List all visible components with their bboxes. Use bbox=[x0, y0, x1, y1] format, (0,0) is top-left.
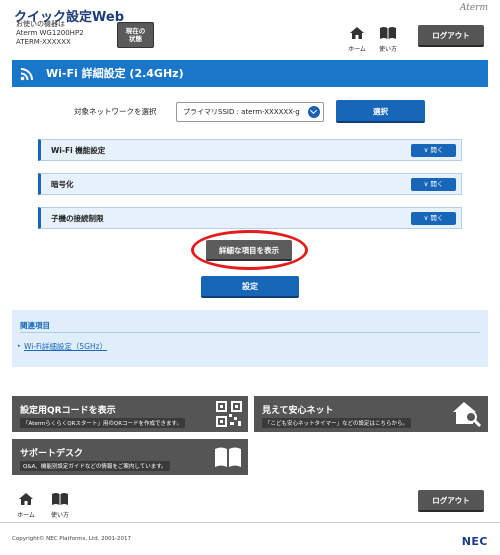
house-magnifier-icon bbox=[453, 402, 482, 428]
accordion-encryption[interactable]: 暗号化 ∨ 開く bbox=[38, 173, 462, 195]
manual-label: 使い方 bbox=[378, 46, 397, 53]
footer-home-nav[interactable]: ホーム bbox=[13, 491, 39, 519]
logout-button[interactable]: ログアウト bbox=[418, 25, 484, 47]
network-select-label: 対象ネットワークを選択 bbox=[74, 107, 157, 116]
support-desk-tile[interactable]: サポートデスク Q&A、機能別設定ガイドなどの情報をご案内しています。 bbox=[12, 439, 248, 475]
book-icon bbox=[52, 493, 68, 505]
brand-logo: Aterm bbox=[459, 3, 488, 13]
safe-net-tile[interactable]: 見えて安心ネット 「こども安心ネットタイマー」などの設定はこちらから。 bbox=[254, 396, 488, 432]
current-status-button[interactable]: 現在の 状態 bbox=[117, 22, 154, 48]
open-button[interactable]: ∨ 開く bbox=[411, 212, 456, 225]
status-button-line2: 状態 bbox=[129, 35, 142, 43]
tile-title: サポートデスク bbox=[20, 449, 84, 459]
network-select[interactable]: プライマリSSID : aterm-XXXXXX-g bbox=[176, 102, 324, 122]
divider bbox=[20, 332, 480, 333]
accordion-title: 子機の接続制限 bbox=[51, 214, 104, 223]
bullet-icon: ▸ bbox=[18, 343, 21, 349]
related-section bbox=[12, 310, 488, 367]
tile-title: 設定用QRコードを表示 bbox=[20, 406, 116, 416]
chevron-down-icon bbox=[308, 106, 320, 118]
book-icon bbox=[380, 27, 396, 39]
home-nav[interactable]: ホーム bbox=[344, 25, 370, 53]
device-id: ATERM-XXXXXX bbox=[16, 38, 71, 46]
open-button[interactable]: ∨ 開く bbox=[411, 144, 456, 157]
open-label: 開く bbox=[430, 214, 444, 222]
home-label: ホーム bbox=[17, 512, 35, 519]
qr-code-icon bbox=[216, 401, 242, 427]
select-button[interactable]: 選択 bbox=[336, 100, 425, 123]
tile-description: 「こども安心ネットタイマー」などの設定はこちらから。 bbox=[262, 418, 412, 428]
device-caption: お使いの機器は bbox=[16, 20, 65, 28]
related-link-5ghz[interactable]: Wi-Fi詳細設定（5GHz） bbox=[24, 341, 107, 352]
accordion-client-restriction[interactable]: 子機の接続制限 ∨ 開く bbox=[38, 207, 462, 229]
qr-code-tile[interactable]: 設定用QRコードを表示 「AtermらくらくQRスタート」用のQRコードを作成で… bbox=[12, 396, 248, 432]
open-button[interactable]: ∨ 開く bbox=[411, 178, 456, 191]
tile-description: 「AtermらくらくQRスタート」用のQRコードを作成できます。 bbox=[20, 418, 185, 428]
device-model: Aterm WG1200HP2 bbox=[16, 29, 84, 37]
footer-logout-button[interactable]: ログアウト bbox=[418, 490, 484, 512]
footer-divider bbox=[0, 522, 500, 523]
footer-manual-nav[interactable]: 使い方 bbox=[47, 491, 73, 519]
book-icon bbox=[215, 447, 241, 467]
accordion-title: Wi-Fi 機能設定 bbox=[51, 146, 106, 155]
home-label: ホーム bbox=[348, 46, 366, 53]
nec-logo: NEC bbox=[461, 535, 488, 548]
accordion-wifi-function[interactable]: Wi-Fi 機能設定 ∨ 開く bbox=[38, 139, 462, 161]
manual-label: 使い方 bbox=[50, 512, 69, 519]
tile-description: Q&A、機能別設定ガイドなどの情報をご案内しています。 bbox=[20, 461, 170, 471]
related-heading: 関連項目 bbox=[20, 321, 50, 330]
apply-settings-button[interactable]: 設定 bbox=[201, 276, 299, 298]
open-label: 開く bbox=[430, 146, 444, 154]
copyright: Copyright© NEC Platforms, Ltd. 2001-2017 bbox=[12, 536, 132, 542]
tile-title: 見えて安心ネット bbox=[262, 406, 334, 416]
network-select-value: プライマリSSID : aterm-XXXXXX-g bbox=[183, 108, 300, 116]
accordion-title: 暗号化 bbox=[51, 180, 74, 189]
manual-nav[interactable]: 使い方 bbox=[375, 25, 401, 53]
highlight-circle bbox=[191, 230, 308, 270]
page-title: Wi-Fi 詳細設定 (2.4GHz) bbox=[12, 60, 488, 87]
open-label: 開く bbox=[430, 180, 444, 188]
wifi-icon bbox=[20, 68, 33, 81]
home-icon bbox=[19, 493, 33, 505]
home-icon bbox=[350, 27, 364, 39]
status-button-line1: 現在の bbox=[125, 27, 146, 35]
